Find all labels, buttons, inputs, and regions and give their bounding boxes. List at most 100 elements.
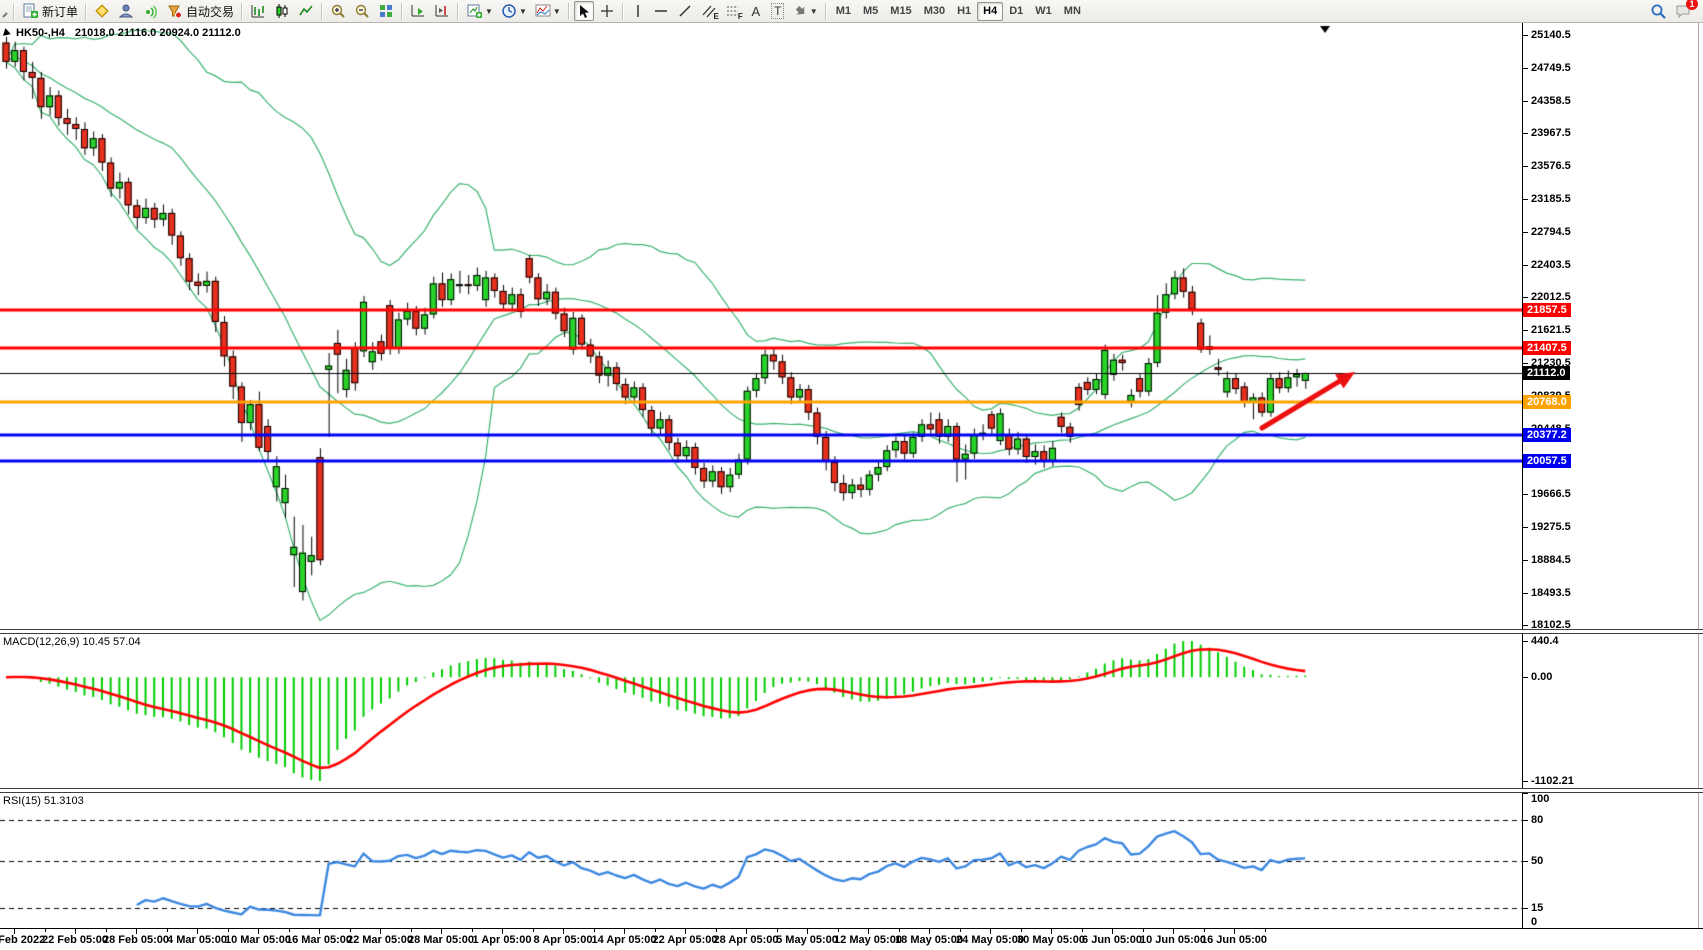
horizontal-line-tool-button[interactable] [650, 1, 672, 21]
chart-shift-button[interactable] [431, 1, 453, 21]
time-axis[interactable]: 16 Feb 202222 Feb 05:0028 Feb 05:004 Mar… [0, 928, 1703, 950]
tile-windows-button[interactable] [375, 1, 397, 21]
time-label: 30 May 05:00 [1017, 934, 1085, 946]
time-tick [1051, 929, 1052, 934]
time-label: 10 Mar 05:00 [224, 934, 292, 946]
toolbar-separator [621, 2, 624, 20]
auto-trading-button[interactable]: 自动交易 [163, 1, 237, 21]
price-tick [1523, 297, 1528, 298]
time-tick [990, 929, 991, 934]
vertical-line-tool-button[interactable] [628, 1, 648, 21]
vertical-line-icon [637, 5, 639, 17]
text-label-tool-button[interactable]: T [768, 1, 788, 21]
price-tick [1523, 593, 1528, 594]
text-tool-button[interactable]: A [746, 1, 766, 21]
channel-letter: E [713, 12, 719, 21]
chart-header: HK50-,H4 21018.0 21116.0 20924.0 21112.0 [2, 27, 241, 39]
time-tick [1173, 929, 1174, 934]
trendline-tool-button[interactable] [674, 1, 696, 21]
price-tick-label: 24358.5 [1531, 94, 1571, 107]
time-tick [258, 929, 259, 934]
price-tick [1523, 35, 1528, 36]
time-tick [1082, 929, 1083, 932]
person-icon [118, 4, 134, 18]
time-label: 28 Apr 05:00 [713, 934, 779, 946]
price-tick [1523, 625, 1528, 626]
periods-button[interactable]: ▼ [498, 1, 530, 21]
price-tick-label: 22794.5 [1531, 225, 1571, 238]
timeframe-button-h4[interactable]: H4 [977, 1, 1004, 21]
symbol-timeframe-label: HK50-,H4 [16, 27, 65, 39]
search-button[interactable] [1647, 1, 1670, 21]
macd-canvas[interactable] [0, 634, 1522, 788]
timeframe-button-h1[interactable]: H1 [951, 2, 977, 21]
price-tick [1523, 232, 1528, 233]
timeframe-button-m5[interactable]: M5 [857, 2, 884, 21]
dropdown-caret-icon: ▼ [809, 6, 818, 16]
navigator-button[interactable] [115, 1, 137, 21]
timeframe-button-w1[interactable]: W1 [1029, 2, 1058, 21]
bar-chart-mode-button[interactable] [247, 1, 269, 21]
clock-icon [502, 4, 516, 18]
notifications-button[interactable]: 1 [1672, 0, 1698, 21]
price-tick-label: 24749.5 [1531, 61, 1571, 74]
market-watch-button[interactable] [91, 1, 113, 21]
channel-tool-button[interactable]: E [698, 1, 720, 21]
time-label: 8 Apr 05:00 [533, 934, 593, 946]
macd-tick [1523, 641, 1528, 642]
timeframe-button-mn[interactable]: MN [1058, 2, 1087, 21]
clipped-edge-icon [0, 3, 9, 19]
auto-scroll-button[interactable] [407, 1, 429, 21]
time-tick [319, 929, 320, 934]
timeframe-button-m1[interactable]: M1 [830, 2, 857, 21]
indicators-button[interactable]: ▼ [532, 1, 564, 21]
price-level-tag: 21112.0 [1523, 365, 1570, 380]
time-tick [929, 929, 930, 934]
timeframe-button-m30[interactable]: M30 [918, 2, 951, 21]
time-tick [197, 929, 198, 934]
price-tick [1523, 199, 1528, 200]
auto-trading-label: 自动交易 [186, 4, 235, 19]
time-tick [228, 929, 229, 932]
price-chart-canvas[interactable] [0, 23, 1522, 629]
line-chart-icon [299, 5, 313, 16]
time-tick [136, 929, 137, 934]
timeframe-button-d1[interactable]: D1 [1003, 2, 1029, 21]
crosshair-tool-button[interactable] [596, 1, 618, 21]
price-tick [1523, 363, 1528, 364]
rsi-tick [1523, 793, 1528, 794]
line-chart-mode-button[interactable] [295, 1, 317, 21]
tile-windows-icon [380, 5, 393, 17]
main-toolbar: 新订单 自动交易 ▼ ▼ ▼ E F A T ▼ M1 M5 M15 M30 H… [0, 0, 1703, 23]
candlestick-mode-button[interactable] [271, 1, 293, 21]
bar-chart-icon [251, 5, 265, 18]
zoom-in-button[interactable] [327, 1, 349, 21]
timeframe-button-m15[interactable]: M15 [884, 2, 917, 21]
time-tick [1234, 929, 1235, 934]
toolbar-separator [85, 2, 88, 20]
price-tick [1523, 133, 1528, 134]
toolbar-separator [567, 2, 570, 20]
time-tick [1112, 929, 1113, 934]
arrows-tool-button[interactable]: ▼ [790, 1, 821, 21]
rsi-pane: 100 80 50 15 0 RSI(15) 51.3103 [0, 793, 1703, 928]
rsi-canvas[interactable] [0, 793, 1522, 928]
macd-tick-label: 0.00 [1531, 671, 1553, 684]
time-label: 28 Feb 05:00 [102, 934, 170, 946]
rsi-tick-label: 15 [1531, 901, 1544, 914]
new-order-button[interactable]: 新订单 [19, 1, 81, 21]
price-tick-label: 18884.5 [1531, 553, 1571, 566]
time-tick [868, 929, 869, 934]
new-chart-button[interactable]: ▼ [463, 1, 496, 21]
price-tick [1523, 560, 1528, 561]
time-tick [1021, 929, 1022, 932]
crosshair-icon [600, 5, 613, 17]
rsi-tick [1523, 908, 1528, 909]
signals-button[interactable] [139, 1, 161, 21]
ohlc-values: 21018.0 21116.0 20924.0 21112.0 [74, 27, 241, 39]
zoom-out-button[interactable] [351, 1, 373, 21]
fibonacci-tool-button[interactable]: F [722, 1, 744, 21]
time-label: 10 Jun 05:00 [1139, 934, 1207, 946]
candlestick-icon [276, 4, 288, 18]
cursor-tool-button[interactable] [573, 1, 594, 21]
